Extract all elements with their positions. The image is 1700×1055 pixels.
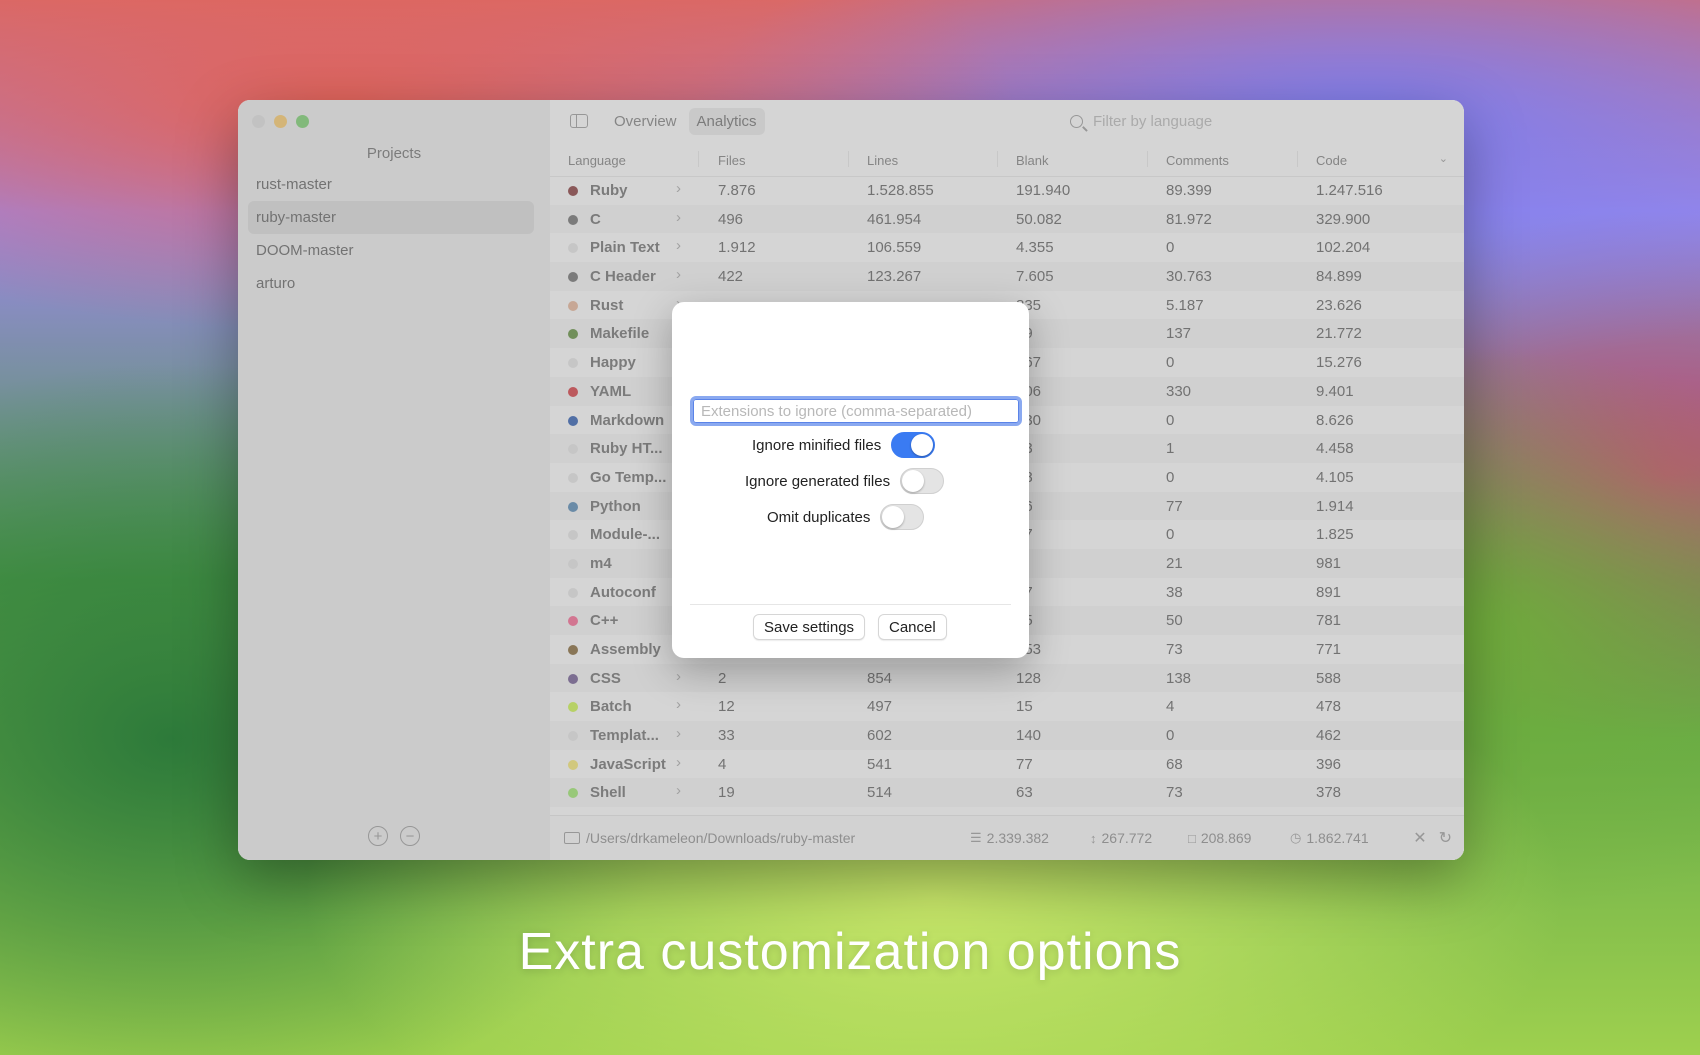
promo-caption: Extra customization options [518, 923, 1182, 981]
omit-duplicates-option: Omit duplicates [767, 504, 925, 530]
ignore-generated-label: Ignore generated files [745, 472, 891, 490]
ignore-minified-toggle[interactable] [891, 432, 936, 458]
toggle-knob [882, 506, 905, 528]
ignore-minified-label: Ignore minified files [752, 436, 882, 454]
toggle-knob [902, 470, 925, 492]
extensions-to-ignore-input[interactable] [690, 396, 1022, 426]
toggle-knob [911, 434, 934, 456]
settings-dialog: Ignore minified files Ignore generated f… [672, 302, 1029, 658]
dialog-divider [690, 604, 1011, 605]
cancel-button[interactable]: Cancel [878, 614, 947, 640]
ignore-generated-option: Ignore generated files [745, 468, 945, 494]
ignore-minified-option: Ignore minified files [752, 432, 936, 458]
omit-duplicates-toggle[interactable] [880, 504, 925, 530]
omit-duplicates-label: Omit duplicates [767, 508, 871, 526]
save-settings-button[interactable]: Save settings [753, 614, 866, 640]
ignore-generated-toggle[interactable] [900, 468, 945, 494]
